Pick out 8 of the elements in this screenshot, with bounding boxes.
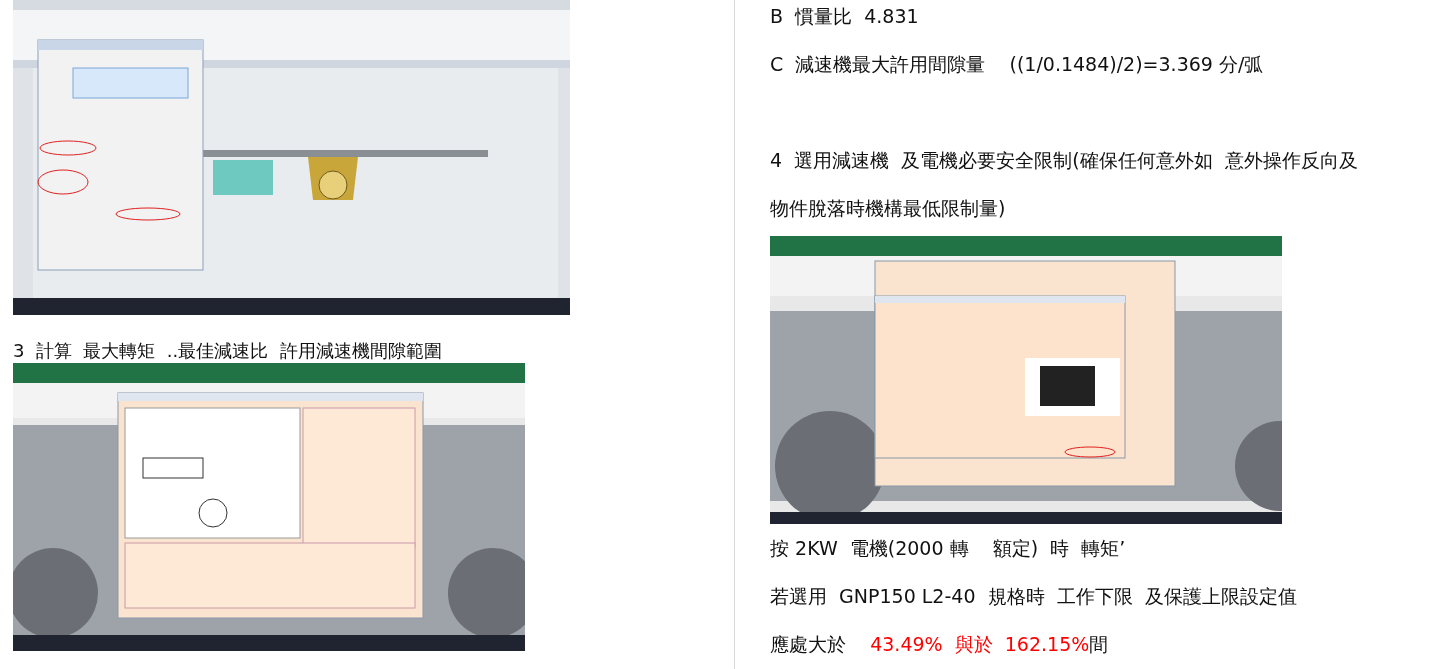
paragraph: 應處大於 43.49% 與於 162.15%間	[770, 632, 1110, 657]
paragraph: 4 選用減速機 及電機必要安全限制(確保任何意外如 意外操作反向及	[770, 148, 1358, 173]
paragraph: 物件脫落時機構最低限制量)	[770, 196, 1007, 221]
paragraph: B 慣量比 4.831	[770, 4, 920, 29]
paragraph: 若選用 GNP150 L2-40 規格時 工作下限 及保護上限設定值	[770, 584, 1298, 609]
paragraph: C 減速機最大許用間隙量 ((1/0.1484)/2)=3.369 分/弧	[770, 52, 1265, 77]
paragraph: 按 2KW 電機(2000 轉 額定) 時 轉矩’	[770, 536, 1127, 561]
section-caption: 3 計算 最大轉矩 ..最佳減速比 許用減速機間隙範圍	[13, 339, 443, 363]
